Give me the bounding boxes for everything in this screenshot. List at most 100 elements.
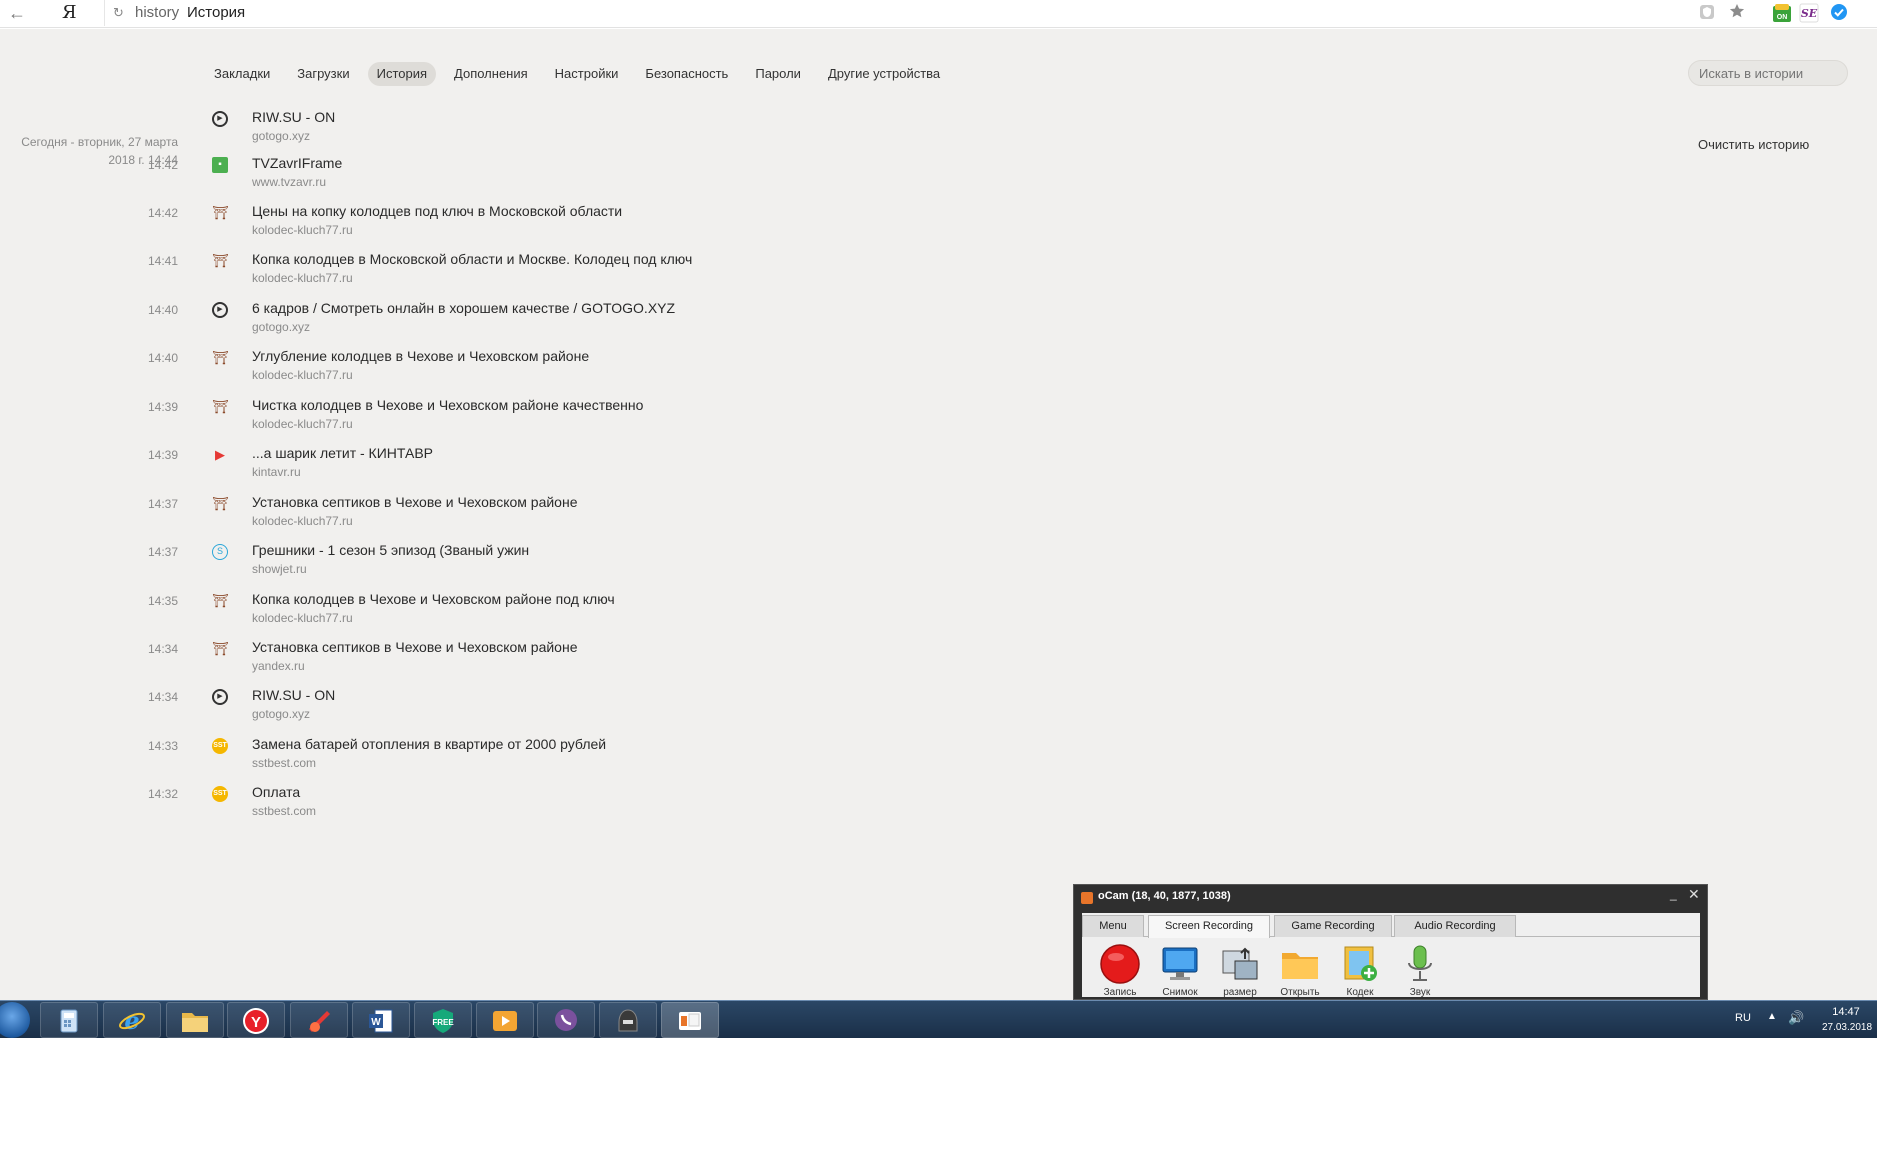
item-host: kolodec-kluch77.ru: [252, 611, 353, 625]
nav-other-devices[interactable]: Другие устройства: [819, 62, 949, 86]
item-title[interactable]: 6 кадров / Смотреть онлайн в хорошем кач…: [252, 300, 675, 316]
tab-menu[interactable]: Menu: [1082, 915, 1144, 937]
calculator-app-icon[interactable]: [40, 1002, 98, 1038]
codec-label: Кодек: [1346, 987, 1374, 998]
history-item[interactable]: 14:37 ⛩ Установка септиков в Чехове и Че…: [0, 494, 900, 542]
visit-time: 14:40: [147, 351, 178, 365]
nav-security[interactable]: Безопасность: [636, 62, 737, 86]
yandex-logo[interactable]: Я: [62, 2, 77, 23]
item-host: kintavr.ru: [252, 465, 301, 479]
back-button[interactable]: ←: [6, 3, 28, 23]
history-item[interactable]: 14:41 ⛩ Копка колодцев в Московской обла…: [0, 251, 900, 299]
tray-expand-icon[interactable]: ▲: [1767, 1011, 1777, 1022]
internet-explorer-icon[interactable]: e: [103, 1002, 161, 1038]
clear-history-button[interactable]: Очистить историю: [1698, 137, 1809, 152]
item-title[interactable]: TVZavrIFrame: [252, 155, 342, 171]
history-search-input[interactable]: [1688, 60, 1848, 86]
history-item[interactable]: 14:35 ⛩ Копка колодцев в Чехове и Чеховс…: [0, 591, 900, 639]
clock-date[interactable]: 27.03.2018: [1818, 1022, 1876, 1033]
screenshot-button[interactable]: Снимок: [1152, 943, 1208, 998]
nav-downloads[interactable]: Загрузки: [288, 62, 358, 86]
viber-icon[interactable]: [537, 1002, 595, 1038]
history-item[interactable]: 14:33 SST Замена батарей отопления в ква…: [0, 736, 900, 784]
history-item[interactable]: 14:42 ⛩ Цены на копку колодцев под ключ …: [0, 203, 900, 251]
item-host: sstbest.com: [252, 804, 317, 818]
item-title[interactable]: Углубление колодцев в Чехове и Чеховском…: [252, 348, 589, 364]
history-item[interactable]: 14:39 ⛩ Чистка колодцев в Чехове и Чехов…: [0, 397, 900, 445]
reload-icon[interactable]: ↻: [113, 5, 124, 21]
microphone-icon: [1408, 945, 1432, 981]
word-icon[interactable]: W: [352, 1002, 410, 1038]
item-title[interactable]: Копка колодцев в Чехове и Чеховском райо…: [252, 591, 615, 607]
nav-passwords[interactable]: Пароли: [746, 62, 810, 86]
folder-icon: [1282, 953, 1318, 979]
minimize-icon[interactable]: _: [1670, 887, 1677, 901]
extension-check-icon[interactable]: [1829, 3, 1849, 23]
history-item[interactable]: 14:37 S Грешники - 1 сезон 5 эпизод (Зва…: [0, 542, 900, 590]
clock-time[interactable]: 14:47: [1818, 1006, 1874, 1018]
file-explorer-icon[interactable]: [166, 1002, 224, 1038]
codec-button[interactable]: Кодек: [1332, 943, 1388, 998]
visit-time: 14:34: [147, 642, 178, 656]
history-item[interactable]: 14:32 SST Оплата sstbest.com: [0, 784, 900, 832]
history-item[interactable]: 14:39 ▶ ...а шарик летит - КИНТАВР kinta…: [0, 445, 900, 493]
protect-shield-icon[interactable]: [1697, 3, 1717, 23]
item-title[interactable]: Установка септиков в Чехове и Чеховском …: [252, 639, 578, 655]
vpn-hood-icon[interactable]: [599, 1002, 657, 1038]
ccleaner-icon[interactable]: [290, 1002, 348, 1038]
svg-text:Y: Y: [251, 1014, 261, 1031]
nav-extensions[interactable]: Дополнения: [445, 62, 537, 86]
start-button[interactable]: [0, 1002, 30, 1038]
item-title[interactable]: Копка колодцев в Московской области и Мо…: [252, 251, 692, 267]
nav-history[interactable]: История: [367, 62, 437, 86]
item-title[interactable]: RIW.SU - ON: [252, 109, 335, 125]
nav-bookmarks[interactable]: Закладки: [205, 62, 279, 86]
item-title[interactable]: Оплата: [252, 784, 300, 800]
ocam-app-icon: [1081, 892, 1093, 904]
item-title[interactable]: ...а шарик летит - КИНТАВР: [252, 445, 433, 461]
well-icon: ⛩: [212, 641, 229, 656]
item-host: gotogo.xyz: [252, 320, 311, 334]
item-title[interactable]: Установка септиков в Чехове и Чеховском …: [252, 494, 578, 510]
visit-time: 14:39: [147, 448, 178, 462]
item-host: kolodec-kluch77.ru: [252, 368, 353, 382]
item-host: kolodec-kluch77.ru: [252, 223, 353, 237]
tab-screen-recording[interactable]: Screen Recording: [1148, 915, 1270, 938]
resize-button[interactable]: размер: [1212, 943, 1268, 998]
sound-button[interactable]: Звук: [1392, 943, 1448, 998]
svg-text:ON: ON: [1777, 14, 1788, 21]
item-title[interactable]: Грешники - 1 сезон 5 эпизод (Званый ужин: [252, 542, 529, 558]
item-title[interactable]: Цены на копку колодцев под ключ в Москов…: [252, 203, 622, 219]
yandex-browser-icon[interactable]: Y: [227, 1002, 285, 1038]
screenshot-label: Снимок: [1162, 987, 1198, 998]
nav-settings[interactable]: Настройки: [546, 62, 628, 86]
item-host: showjet.ru: [252, 562, 307, 576]
history-item[interactable]: 14:40 ▶ 6 кадров / Смотреть онлайн в хор…: [0, 300, 900, 348]
play-circle-icon: ▶: [212, 302, 228, 318]
ocam-app-taskbar-icon[interactable]: [661, 1002, 719, 1038]
record-button[interactable]: Запись: [1092, 943, 1148, 998]
history-item[interactable]: 14:34 ⛩ Установка септиков в Чехове и Че…: [0, 639, 900, 687]
open-button[interactable]: Открыть: [1272, 943, 1328, 998]
history-item[interactable]: 14:40 ⛩ Углубление колодцев в Чехове и Ч…: [0, 348, 900, 396]
item-title[interactable]: RIW.SU - ON: [252, 687, 335, 703]
ocam-window: oCam (18, 40, 1877, 1038) _ ✕ Menu Scree…: [1073, 884, 1708, 1000]
item-title[interactable]: Чистка колодцев в Чехове и Чеховском рай…: [252, 397, 643, 413]
language-indicator[interactable]: RU: [1735, 1012, 1751, 1024]
bookmark-star-icon[interactable]: [1727, 3, 1747, 23]
item-host: gotogo.xyz: [252, 129, 311, 143]
kaspersky-shield-icon[interactable]: FREE: [414, 1002, 472, 1038]
history-item[interactable]: 14:42 ▪ TVZavrIFrame www.tvzavr.ru: [0, 155, 900, 203]
address-bar[interactable]: ↻ history История: [104, 0, 1674, 26]
extension-se-icon[interactable]: SE: [1799, 3, 1819, 23]
item-title[interactable]: Замена батарей отопления в квартире от 2…: [252, 736, 606, 752]
address-page-title: История: [187, 4, 246, 21]
tab-audio-recording[interactable]: Audio Recording: [1394, 915, 1516, 937]
media-player-icon[interactable]: [476, 1002, 534, 1038]
history-item[interactable]: ▶ RIW.SU - ON gotogo.xyz: [0, 109, 900, 157]
tab-game-recording[interactable]: Game Recording: [1274, 915, 1392, 937]
history-item[interactable]: 14:34 ▶ RIW.SU - ON gotogo.xyz: [0, 687, 900, 735]
extension-on-icon[interactable]: ON: [1772, 3, 1792, 23]
volume-icon[interactable]: 🔊: [1788, 1010, 1804, 1026]
close-icon[interactable]: ✕: [1688, 886, 1700, 903]
